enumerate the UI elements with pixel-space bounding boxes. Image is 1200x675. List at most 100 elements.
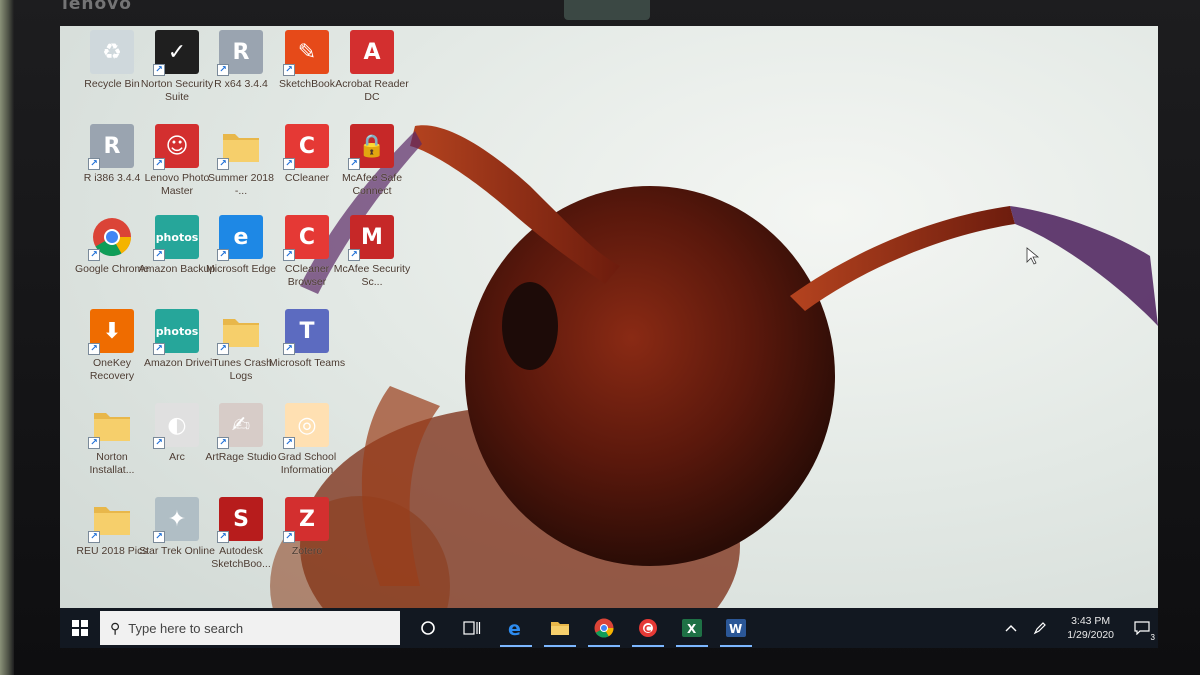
shortcut-arrow-icon: ↗ bbox=[283, 437, 295, 449]
taskbar-task-view-button[interactable] bbox=[450, 608, 494, 648]
taskbar-pinned-apps: eCXW bbox=[406, 608, 758, 648]
mcafee-safe-connect-icon: 🔒 ↗ bbox=[348, 124, 394, 170]
tray-overflow-button[interactable] bbox=[997, 608, 1025, 648]
taskbar-search-box[interactable]: ⚲ Type here to search bbox=[100, 611, 400, 645]
shortcut-arrow-icon: ↗ bbox=[88, 158, 100, 170]
shortcut-arrow-icon: ↗ bbox=[283, 343, 295, 355]
clock-date: 1/29/2020 bbox=[1067, 629, 1114, 641]
artrage-icon: ✍ ↗ bbox=[217, 403, 263, 449]
desktop-icon-label: McAfee Safe Connect bbox=[341, 172, 403, 197]
folder-icon: ↗ bbox=[217, 309, 263, 355]
edge-icon: e bbox=[506, 618, 526, 638]
shortcut-arrow-icon: ↗ bbox=[88, 249, 100, 261]
desktop-icon-amazon-drive[interactable]: photos ↗ Amazon Drive bbox=[144, 309, 210, 399]
taskbar-clock[interactable]: 3:43 PM 1/29/2020 bbox=[1055, 614, 1126, 642]
desktop-icon-summer-2018[interactable]: ↗ Summer 2018 -... bbox=[208, 124, 274, 214]
notification-icon bbox=[1134, 621, 1150, 635]
teams-icon: T ↗ bbox=[283, 309, 329, 355]
shortcut-arrow-icon: ↗ bbox=[88, 343, 100, 355]
desktop-icon-ccleaner-browser[interactable]: C ↗ CCleaner Browser bbox=[275, 215, 339, 305]
sketchbook-icon: ✎ ↗ bbox=[283, 30, 329, 76]
norton-icon: ✓ ↗ bbox=[153, 30, 199, 76]
amazon-photos-icon: photos ↗ bbox=[153, 309, 199, 355]
taskbar-file-explorer-button[interactable] bbox=[538, 608, 582, 648]
shortcut-arrow-icon: ↗ bbox=[217, 531, 229, 543]
desktop-icon-norton-installat[interactable]: ↗ Norton Installat... bbox=[80, 403, 144, 493]
desktop-icon-grad-school-information[interactable]: ◎ ↗ Grad School Information bbox=[275, 403, 339, 493]
notification-count: 3 bbox=[1149, 633, 1156, 642]
desktop-icon-mcafee-security-sc[interactable]: M ↗ McAfee Security Sc... bbox=[334, 215, 410, 305]
desktop-icon-r-i386-3-4-4[interactable]: R ↗ R i386 3.4.4 bbox=[80, 124, 144, 214]
desktop-icon-autodesk-sketchboo[interactable]: S ↗ Autodesk SketchBoo... bbox=[209, 497, 273, 587]
svg-text:e: e bbox=[508, 618, 521, 638]
start-button[interactable] bbox=[60, 608, 100, 648]
desktop-icon-amazon-backup[interactable]: photos ↗ Amazon Backup bbox=[139, 215, 215, 305]
desktop-icon-recycle-bin[interactable]: ♻ Recycle Bin bbox=[80, 30, 144, 120]
ccleaner-browser-icon: C bbox=[638, 618, 658, 638]
search-icon: ⚲ bbox=[110, 619, 121, 636]
desktop-icon-lenovo-photo-master[interactable]: ☺ ↗ Lenovo Photo Master bbox=[145, 124, 209, 214]
shortcut-arrow-icon: ↗ bbox=[283, 64, 295, 76]
desktop-icon-google-chrome[interactable]: ↗ Google Chrome bbox=[75, 215, 149, 305]
tray-pen-button[interactable] bbox=[1025, 608, 1055, 648]
desktop-icon-onekey-recovery[interactable]: ⬇ ↗ OneKey Recovery bbox=[80, 309, 144, 399]
shortcut-arrow-icon: ↗ bbox=[153, 158, 165, 170]
shortcut-arrow-icon: ↗ bbox=[88, 531, 100, 543]
action-center-button[interactable]: 3 bbox=[1126, 608, 1158, 648]
clock-time: 3:43 PM bbox=[1071, 615, 1111, 627]
windows-logo-icon bbox=[72, 620, 88, 636]
desktop-icon-label: Zotero bbox=[291, 545, 323, 557]
desktop-icon-reu-2018-pics[interactable]: ↗ REU 2018 Pics bbox=[76, 497, 148, 587]
excel-icon: X bbox=[682, 619, 702, 637]
ccleaner-icon: C ↗ bbox=[283, 124, 329, 170]
desktop-icon-itunes-crash-logs[interactable]: ↗ iTunes Crash Logs bbox=[209, 309, 273, 399]
desktop-icon-microsoft-teams[interactable]: T ↗ Microsoft Teams bbox=[269, 309, 345, 399]
desktop-icon-zotero[interactable]: Z ↗ Zotero bbox=[275, 497, 339, 587]
shortcut-arrow-icon: ↗ bbox=[283, 249, 295, 261]
shortcut-arrow-icon: ↗ bbox=[153, 531, 165, 543]
shortcut-arrow-icon: ↗ bbox=[348, 249, 360, 261]
desktop-icon-ccleaner[interactable]: C ↗ CCleaner bbox=[275, 124, 339, 214]
r-icon: R ↗ bbox=[217, 30, 263, 76]
shortcut-arrow-icon: ↗ bbox=[153, 249, 165, 261]
shortcut-arrow-icon: ↗ bbox=[348, 158, 360, 170]
shortcut-arrow-icon: ↗ bbox=[217, 343, 229, 355]
desktop-icon-sketchbook[interactable]: ✎ ↗ SketchBook bbox=[275, 30, 339, 120]
desktop-icon-r-x64-3-4-4[interactable]: R ↗ R x64 3.4.4 bbox=[209, 30, 273, 120]
desktop-icon-acrobat-reader-dc[interactable]: A Acrobat Reader DC bbox=[335, 30, 409, 120]
desktop-icon-label: Acrobat Reader DC bbox=[335, 78, 409, 103]
onekey-recovery-icon: ⬇ ↗ bbox=[88, 309, 134, 355]
grad-school-icon: ◎ ↗ bbox=[283, 403, 329, 449]
desktop-icon-label: McAfee Security Sc... bbox=[333, 263, 411, 288]
taskbar-edge-button[interactable]: e bbox=[494, 608, 538, 648]
ccleaner-browser-icon: C ↗ bbox=[283, 215, 329, 261]
lenovo-photo-icon: ☺ ↗ bbox=[153, 124, 199, 170]
taskbar-ccleaner-browser-button[interactable]: C bbox=[626, 608, 670, 648]
chevron-up-icon bbox=[1005, 625, 1017, 632]
desktop-icon-microsoft-edge[interactable]: e ↗ Microsoft Edge bbox=[206, 215, 276, 305]
system-tray: 3:43 PM 1/29/2020 3 bbox=[997, 608, 1158, 648]
taskbar-excel-button[interactable]: X bbox=[670, 608, 714, 648]
folder-icon: ↗ bbox=[88, 403, 134, 449]
desktop-icon-mcafee-safe-connect[interactable]: 🔒 ↗ McAfee Safe Connect bbox=[340, 124, 404, 214]
taskbar-cortana-button[interactable] bbox=[406, 608, 450, 648]
file-explorer-icon bbox=[550, 620, 570, 636]
r-icon: R ↗ bbox=[88, 124, 134, 170]
amazon-photos-icon: photos ↗ bbox=[153, 215, 199, 261]
desktop-icon-norton-security-suite[interactable]: ✓ ↗ Norton Security Suite bbox=[141, 30, 213, 120]
star-trek-icon: ✦ ↗ bbox=[153, 497, 199, 543]
desktop-icon-star-trek-online[interactable]: ✦ ↗ Star Trek Online bbox=[139, 497, 215, 587]
recycle-bin-icon: ♻ bbox=[90, 30, 134, 74]
arc-icon: ◐ ↗ bbox=[153, 403, 199, 449]
edge-icon: e ↗ bbox=[217, 215, 263, 261]
folder-icon: ↗ bbox=[88, 497, 134, 543]
cortana-icon bbox=[420, 620, 436, 636]
shortcut-arrow-icon: ↗ bbox=[88, 437, 100, 449]
svg-text:X: X bbox=[687, 622, 697, 636]
taskbar-word-button[interactable]: W bbox=[714, 608, 758, 648]
taskbar-chrome-button[interactable] bbox=[582, 608, 626, 648]
desktop-icon-label: Grad School Information bbox=[277, 451, 337, 476]
desktop-icon-artrage-studio[interactable]: ✍ ↗ ArtRage Studio bbox=[205, 403, 277, 493]
svg-text:W: W bbox=[729, 622, 742, 636]
desktop-icon-arc[interactable]: ◐ ↗ Arc bbox=[145, 403, 209, 493]
